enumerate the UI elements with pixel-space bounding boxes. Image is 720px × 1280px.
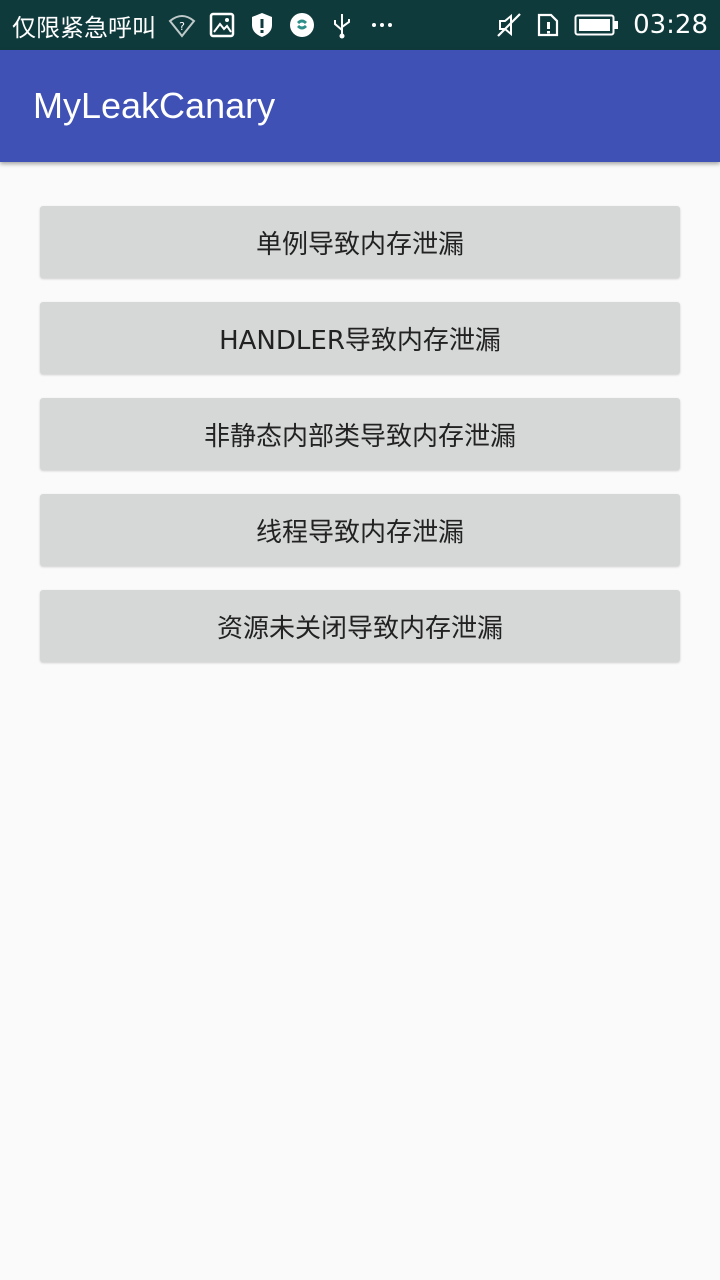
app-title: MyLeakCanary xyxy=(33,85,276,126)
handler-leak-button[interactable]: HANDLER导致内存泄漏 xyxy=(40,302,680,374)
status-bar: 仅限紧急呼叫 ? 03:28 xyxy=(0,0,720,50)
status-icons-right xyxy=(489,10,625,40)
svg-text:?: ? xyxy=(179,20,185,33)
wifi-question-icon: ? xyxy=(167,10,197,40)
sound-off-icon xyxy=(494,10,524,40)
clock: 03:28 xyxy=(633,10,708,40)
image-icon xyxy=(207,10,237,40)
status-icons-left: ? xyxy=(162,10,402,40)
button-list: 单例导致内存泄漏 HANDLER导致内存泄漏 非静态内部类导致内存泄漏 线程导致… xyxy=(40,206,680,686)
inner-class-leak-button[interactable]: 非静态内部类导致内存泄漏 xyxy=(40,398,680,470)
battery-icon xyxy=(574,10,620,40)
usb-icon xyxy=(327,10,357,40)
shield-icon xyxy=(247,10,277,40)
more-icon xyxy=(367,10,397,40)
thread-leak-button[interactable]: 线程导致内存泄漏 xyxy=(40,494,680,566)
resource-leak-button[interactable]: 资源未关闭导致内存泄漏 xyxy=(40,590,680,662)
sim-alert-icon xyxy=(534,10,564,40)
carrier-text: 仅限紧急呼叫 xyxy=(12,13,156,42)
singleton-leak-button[interactable]: 单例导致内存泄漏 xyxy=(40,206,680,278)
security-app-icon xyxy=(287,10,317,40)
app-bar: MyLeakCanary xyxy=(0,50,720,162)
